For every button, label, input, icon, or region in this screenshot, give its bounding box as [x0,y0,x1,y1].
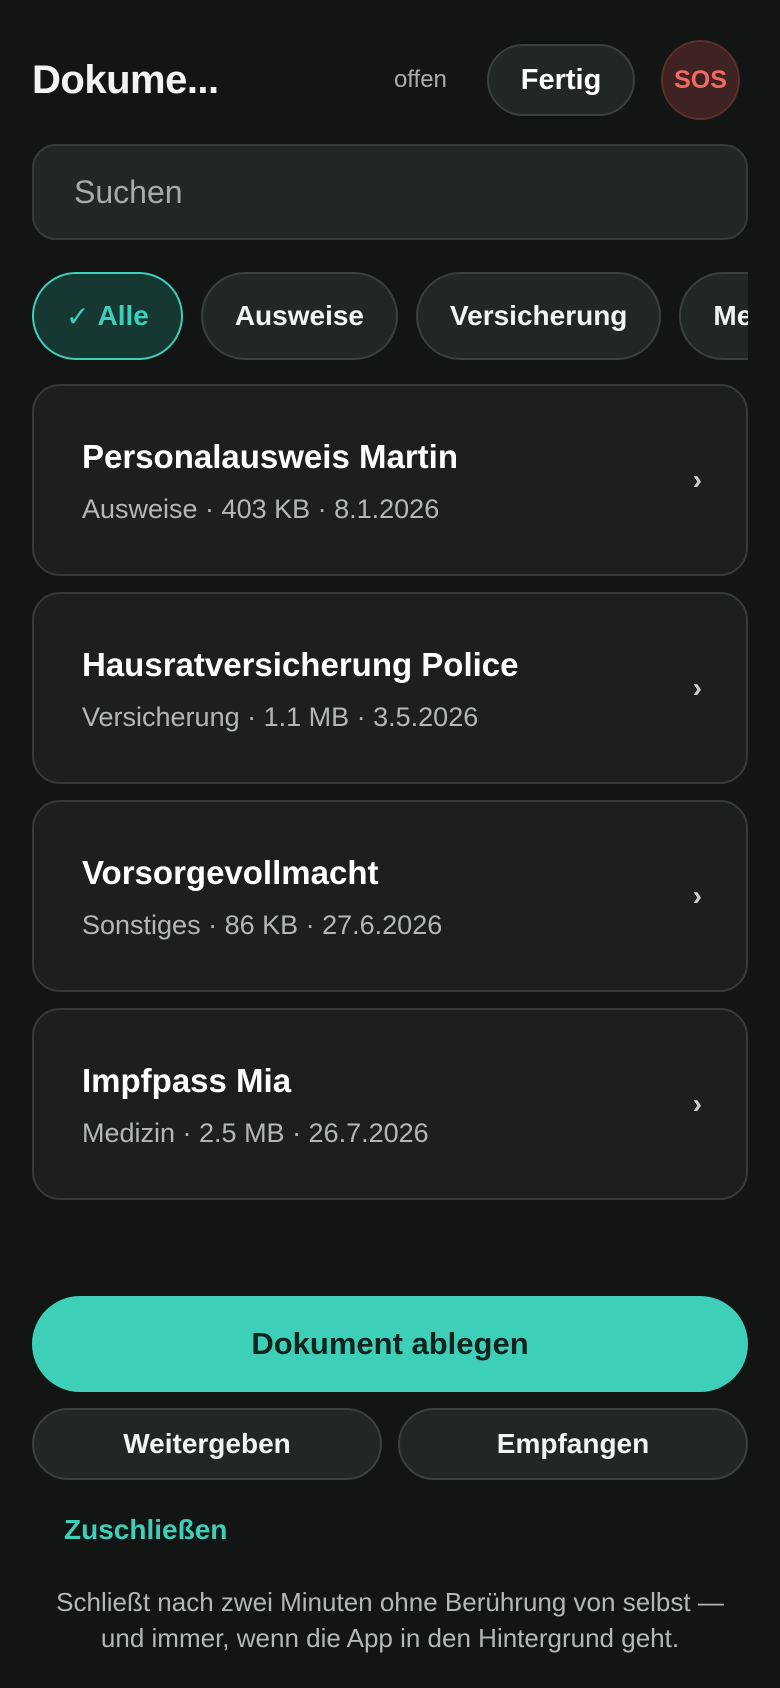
filter-chip-label: Versicherung [450,300,628,331]
document-item[interactable]: Vorsorgevollmacht Sonstiges · 86 KB · 27… [32,800,748,992]
document-meta: Sonstiges · 86 KB · 27.6.2026 [82,910,443,940]
filter-chip-medical[interactable]: Medizin [679,272,748,360]
filter-chip-ids[interactable]: Ausweise [200,272,398,360]
documents-screen: Dokume... offen Fertig SOS ✓ Alle Auswei… [0,0,780,1688]
filter-chip-label: Medizin [713,300,748,331]
filter-chip-all[interactable]: ✓ Alle [32,272,183,360]
secondary-actions: Weitergeben Empfangen [32,1408,748,1480]
vault-status-label: offen [393,66,447,93]
receive-button[interactable]: Empfangen [398,1408,748,1480]
share-button[interactable]: Weitergeben [32,1408,382,1480]
document-title: Impfpass Mia [82,1062,292,1099]
add-document-button[interactable]: Dokument ablegen [32,1296,748,1392]
document-meta: Ausweise · 403 KB · 8.1.2026 [82,494,440,524]
search-input[interactable] [74,173,746,211]
document-title: Personalausweis Martin [82,438,458,475]
chevron-right-icon: › [692,1088,702,1119]
document-list: Personalausweis Martin Ausweise · 403 KB… [32,384,748,1216]
document-item[interactable]: Personalausweis Martin Ausweise · 403 KB… [32,384,748,576]
sos-button[interactable]: SOS [661,40,740,120]
filter-chip-label: Ausweise [234,300,364,331]
header: Dokume... offen Fertig SOS [32,40,740,120]
filter-chip-insurance[interactable]: Versicherung [416,272,662,360]
chevron-right-icon: › [692,672,702,703]
chevron-right-icon: › [692,464,702,495]
filter-chips: ✓ Alle Ausweise Versicherung Medizin [32,272,748,360]
document-meta: Medizin · 2.5 MB · 26.7.2026 [82,1118,429,1148]
filter-chip-label: Alle [97,300,149,331]
auto-lock-hint: Schließt nach zwei Minuten ohne Berührun… [56,1587,724,1653]
document-title: Hausratversicherung Police [82,646,519,683]
page-title: Dokume... [32,57,219,102]
document-item[interactable]: Impfpass Mia Medizin · 2.5 MB · 26.7.202… [32,1008,748,1200]
chevron-right-icon: › [692,880,702,911]
lock-button[interactable]: Zuschließen [64,1514,227,1546]
document-meta: Versicherung · 1.1 MB · 3.5.2026 [82,702,479,732]
done-button[interactable]: Fertig [487,44,636,116]
search-field[interactable] [32,144,748,240]
document-item[interactable]: Hausratversicherung Police Versicherung … [32,592,748,784]
document-title: Vorsorgevollmacht [82,854,379,891]
checkmark-icon: ✓ [66,300,90,332]
